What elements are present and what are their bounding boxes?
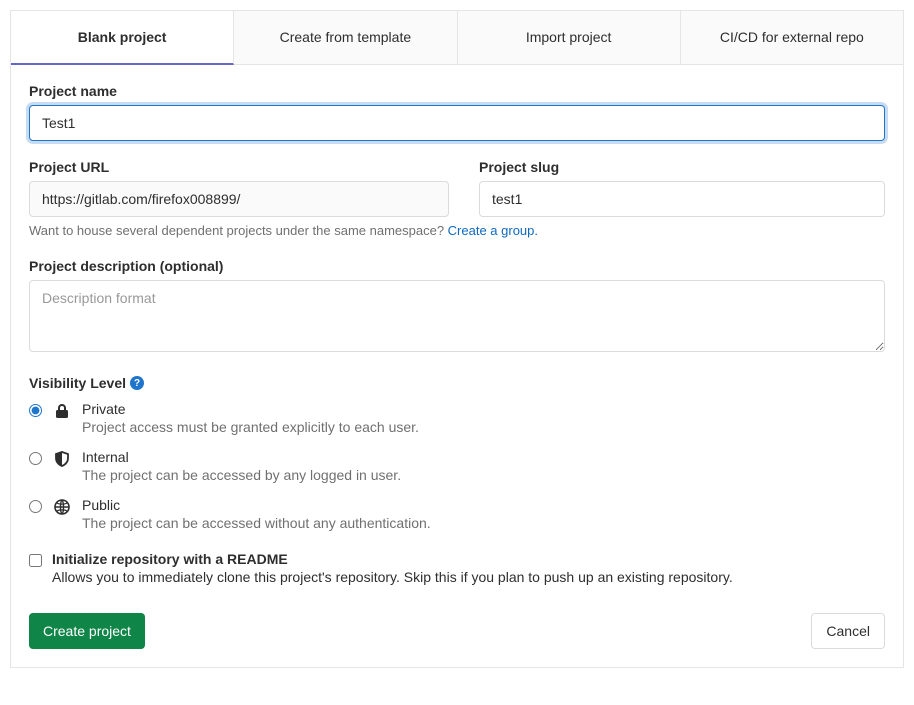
visibility-level-text: Visibility Level — [29, 375, 126, 391]
visibility-internal-title: Internal — [82, 449, 401, 465]
tab-blank-project[interactable]: Blank project — [11, 11, 234, 65]
initialize-readme-title: Initialize repository with a README — [52, 551, 733, 567]
visibility-internal-desc: The project can be accessed by any logge… — [82, 467, 401, 483]
tab-cicd-external[interactable]: CI/CD for external repo — [681, 11, 903, 64]
visibility-internal-radio[interactable] — [29, 452, 42, 465]
project-url-label: Project URL — [29, 159, 449, 175]
visibility-public-radio[interactable] — [29, 500, 42, 513]
help-icon[interactable]: ? — [130, 376, 144, 390]
project-name-label: Project name — [29, 83, 885, 99]
namespace-hint: Want to house several dependent projects… — [29, 223, 885, 238]
tab-create-from-template[interactable]: Create from template — [234, 11, 457, 64]
cancel-button[interactable]: Cancel — [811, 613, 885, 649]
project-description-input[interactable] — [29, 280, 885, 352]
project-slug-input[interactable] — [479, 181, 885, 217]
visibility-private-title: Private — [82, 401, 419, 417]
visibility-public-desc: The project can be accessed without any … — [82, 515, 431, 531]
project-slug-label: Project slug — [479, 159, 885, 175]
lock-icon — [54, 403, 70, 419]
project-tabs: Blank project Create from template Impor… — [11, 11, 903, 65]
visibility-level-label: Visibility Level ? — [29, 375, 144, 391]
globe-icon — [54, 499, 70, 515]
visibility-public-title: Public — [82, 497, 431, 513]
visibility-private-radio[interactable] — [29, 404, 42, 417]
create-project-button[interactable]: Create project — [29, 613, 145, 649]
project-name-input[interactable] — [29, 105, 885, 141]
initialize-readme-checkbox[interactable] — [29, 554, 42, 567]
namespace-hint-text: Want to house several dependent projects… — [29, 223, 448, 238]
visibility-private-desc: Project access must be granted explicitl… — [82, 419, 419, 435]
shield-icon — [54, 451, 70, 467]
create-group-link[interactable]: Create a group. — [448, 223, 538, 238]
tab-import-project[interactable]: Import project — [458, 11, 681, 64]
project-description-label: Project description (optional) — [29, 258, 885, 274]
project-url-input[interactable] — [29, 181, 449, 217]
initialize-readme-desc: Allows you to immediately clone this pro… — [52, 569, 733, 585]
